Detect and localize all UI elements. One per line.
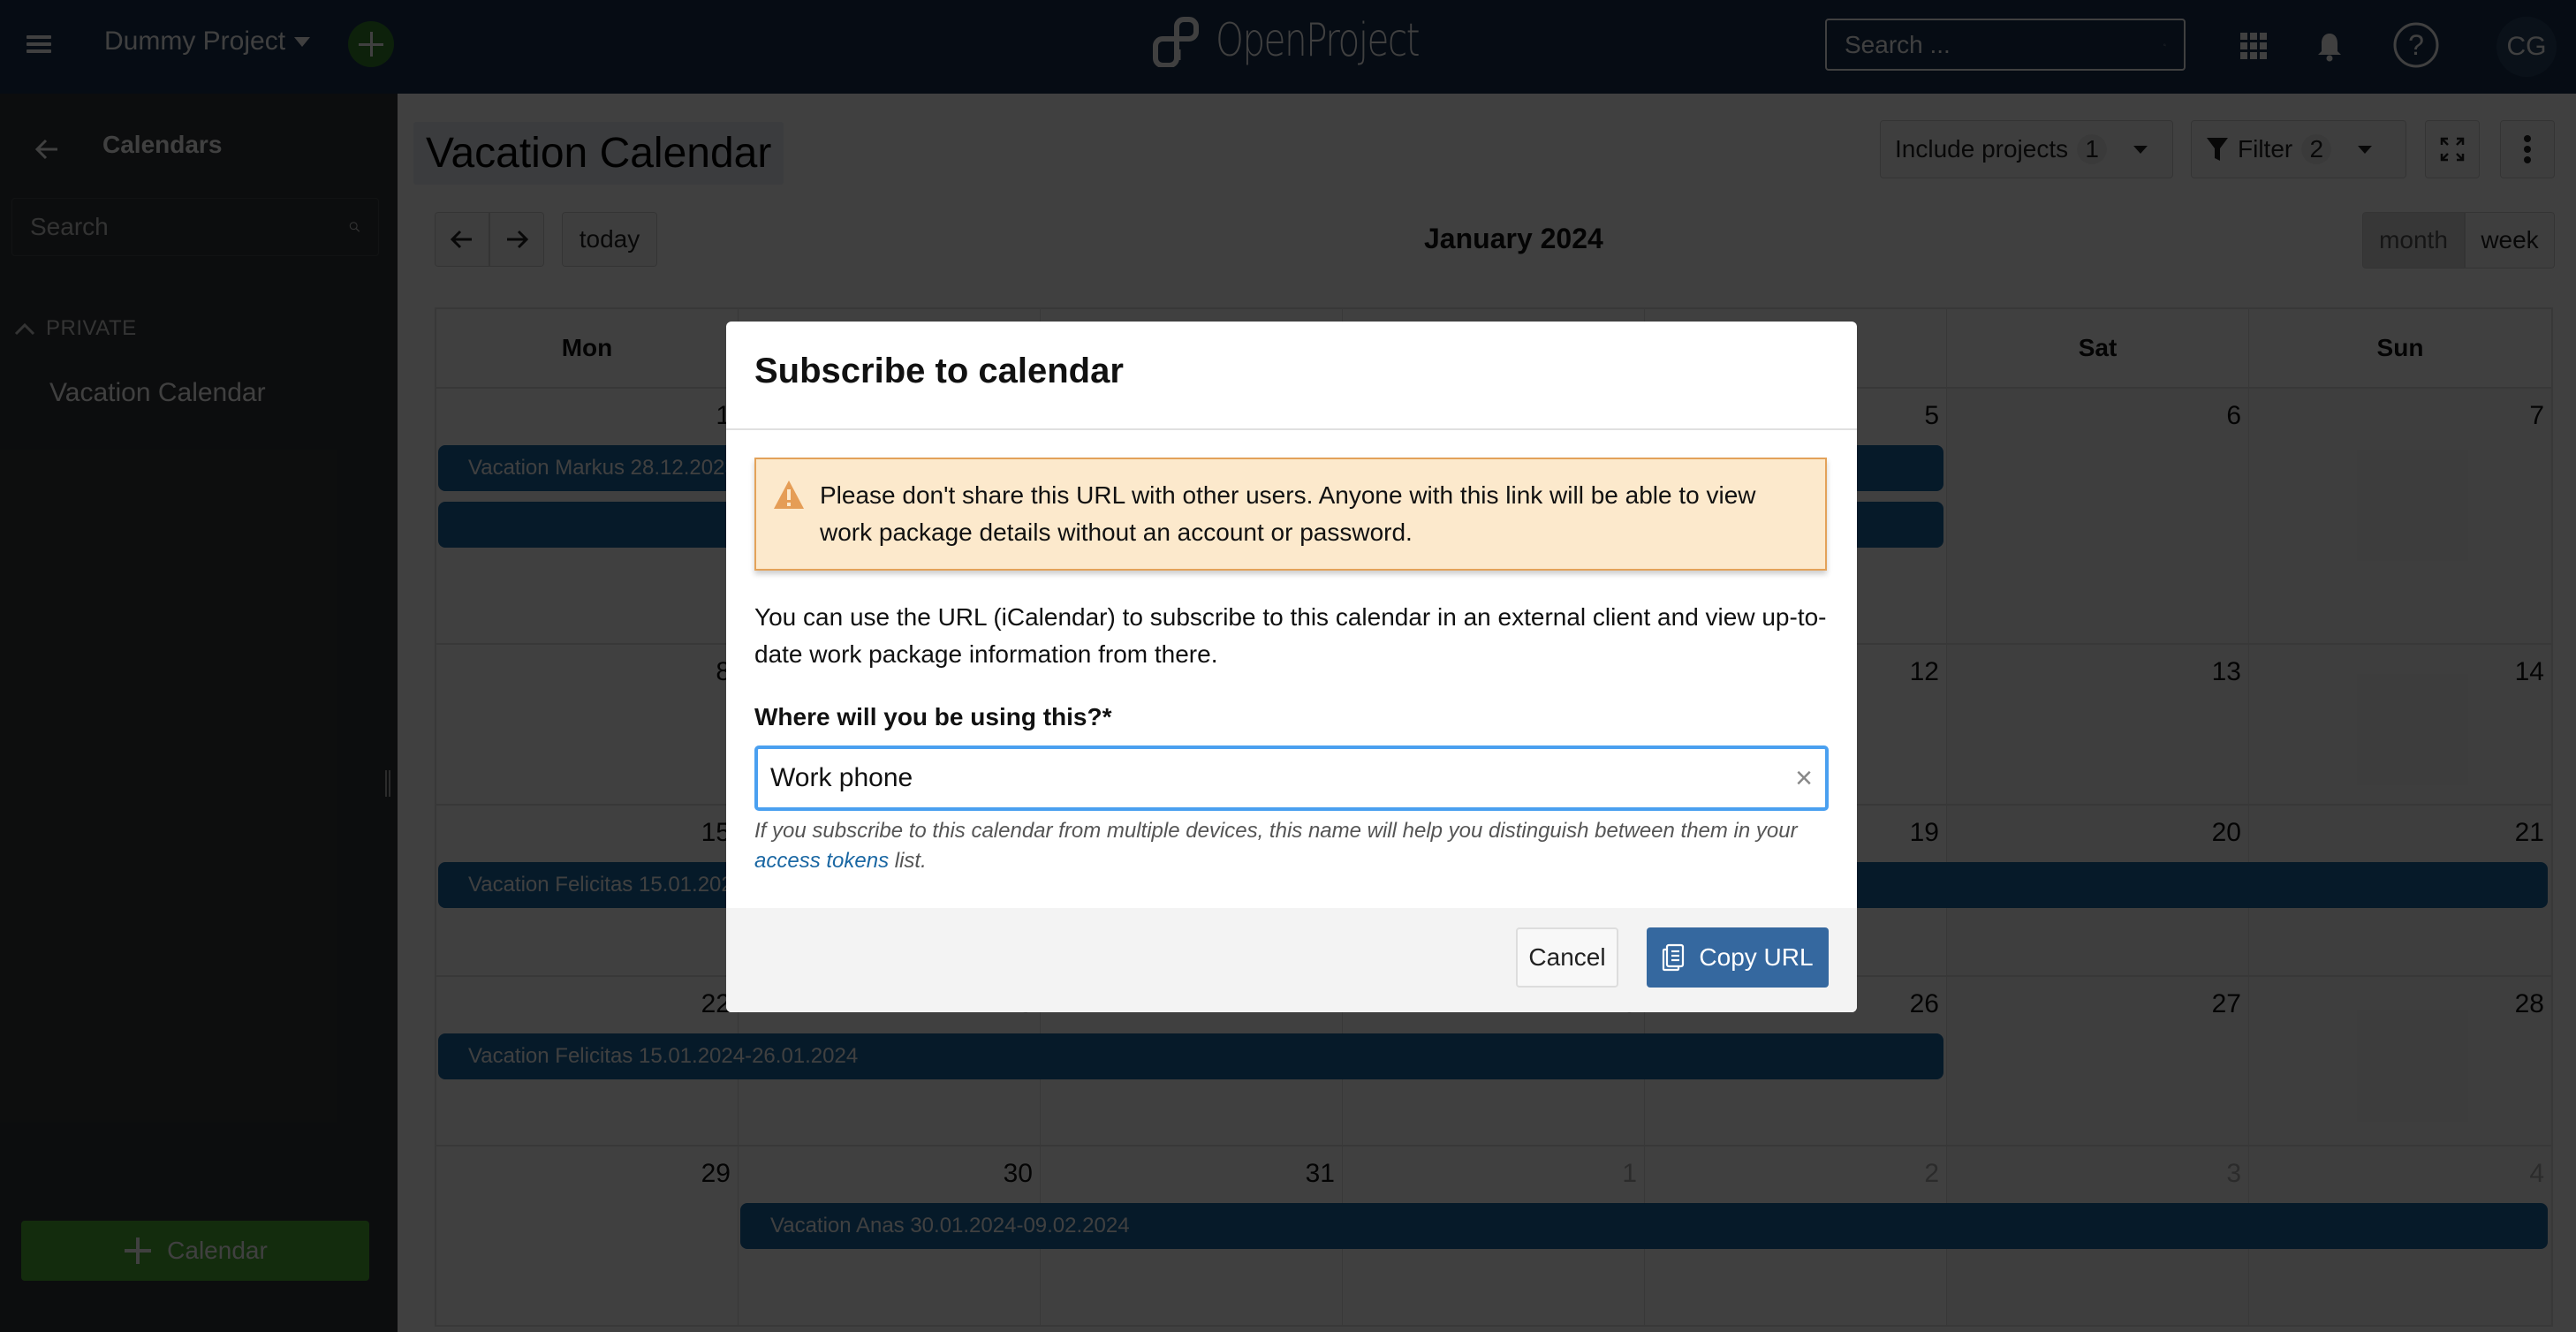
modal-title: Subscribe to calendar bbox=[754, 352, 1124, 390]
access-tokens-link[interactable]: access tokens bbox=[754, 849, 889, 873]
clear-input-icon[interactable]: × bbox=[1795, 761, 1813, 796]
cancel-button[interactable]: Cancel bbox=[1516, 927, 1618, 988]
usage-input[interactable] bbox=[770, 763, 1796, 793]
copy-icon bbox=[1663, 943, 1685, 972]
usage-field-label: Where will you be using this?* bbox=[754, 703, 1112, 730]
modal-divider bbox=[726, 428, 1857, 430]
modal-footer: Cancel Copy URL bbox=[726, 908, 1857, 1012]
usage-help-text: If you subscribe to this calendar from m… bbox=[754, 816, 1827, 876]
usage-field[interactable]: × bbox=[754, 745, 1829, 811]
subscribe-calendar-modal: Subscribe to calendar Please don't share… bbox=[726, 322, 1857, 1012]
warning-icon bbox=[774, 481, 804, 509]
copy-url-label: Copy URL bbox=[1699, 943, 1814, 971]
copy-url-button[interactable]: Copy URL bbox=[1647, 927, 1829, 988]
warning-text: Please don't share this URL with other u… bbox=[820, 481, 1756, 546]
warning-banner: Please don't share this URL with other u… bbox=[754, 458, 1827, 571]
help-text-prefix: If you subscribe to this calendar from m… bbox=[754, 819, 1798, 843]
help-text-suffix: list. bbox=[889, 849, 927, 873]
modal-description: You can use the URL (iCalendar) to subsc… bbox=[754, 603, 1827, 668]
